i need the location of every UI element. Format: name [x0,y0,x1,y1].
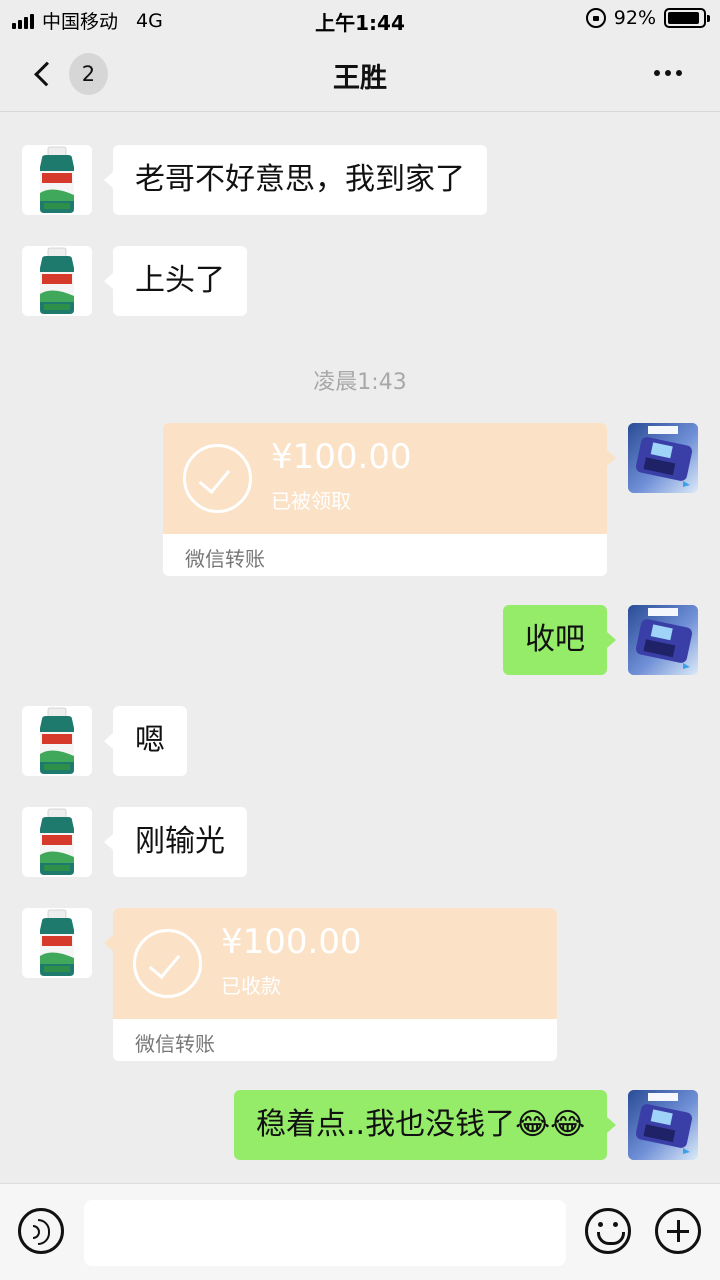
message-bubble[interactable]: 刚输光 [104,807,247,877]
message-bubble[interactable]: 嗯 [104,706,187,776]
message-bubble[interactable]: 稳着点..我也没钱了😂😂 [234,1090,617,1160]
plus-icon[interactable] [655,1208,701,1254]
transfer-label: 微信转账 [135,1032,215,1056]
transfer-label: 微信转账 [185,547,265,571]
transfer-card-top: ¥100.00 已被领取 [163,423,616,534]
avatar[interactable] [628,1090,698,1160]
status-right: 92% [585,7,710,29]
voice-icon[interactable] [18,1208,64,1254]
message-bubble[interactable]: 上头了 [104,246,247,316]
emoji-icon[interactable] [585,1208,631,1254]
chat-header: 2 王胜 [0,36,720,112]
transfer-amount: ¥100.00 [271,437,412,477]
check-circle-icon [183,444,252,513]
input-bar [0,1183,720,1280]
avatar[interactable] [22,706,92,776]
transfer-status: 已收款 [221,974,281,998]
avatar[interactable] [22,807,92,877]
message-bubble[interactable]: 收吧 [503,605,616,675]
chat-title: 王胜 [333,63,387,94]
avatar[interactable] [628,423,698,493]
battery-fill [668,12,700,24]
avatar[interactable] [22,908,92,978]
message-bubble[interactable]: 老哥不好意思，我到家了 [104,145,487,215]
avatar[interactable] [22,145,92,215]
status-bar: 中国移动 4G 上午1:44 92% [0,0,720,36]
rotation-lock-icon [585,8,606,28]
transfer-card[interactable]: ¥100.00 已收款微信转账 [104,908,557,1061]
time-separator: 凌晨1:43 [313,370,407,395]
more-dots-icon[interactable] [649,70,682,76]
avatar[interactable] [22,246,92,316]
check-circle-icon [133,929,202,998]
transfer-card[interactable]: ¥100.00 已被领取微信转账 [163,423,616,576]
avatar[interactable] [628,605,698,675]
message-input[interactable] [84,1200,566,1266]
transfer-card-top: ¥100.00 已收款 [104,908,557,1019]
battery-percent: 92% [613,7,656,29]
transfer-amount: ¥100.00 [221,922,362,962]
battery-icon [664,8,710,28]
transfer-status: 已被领取 [271,489,351,513]
